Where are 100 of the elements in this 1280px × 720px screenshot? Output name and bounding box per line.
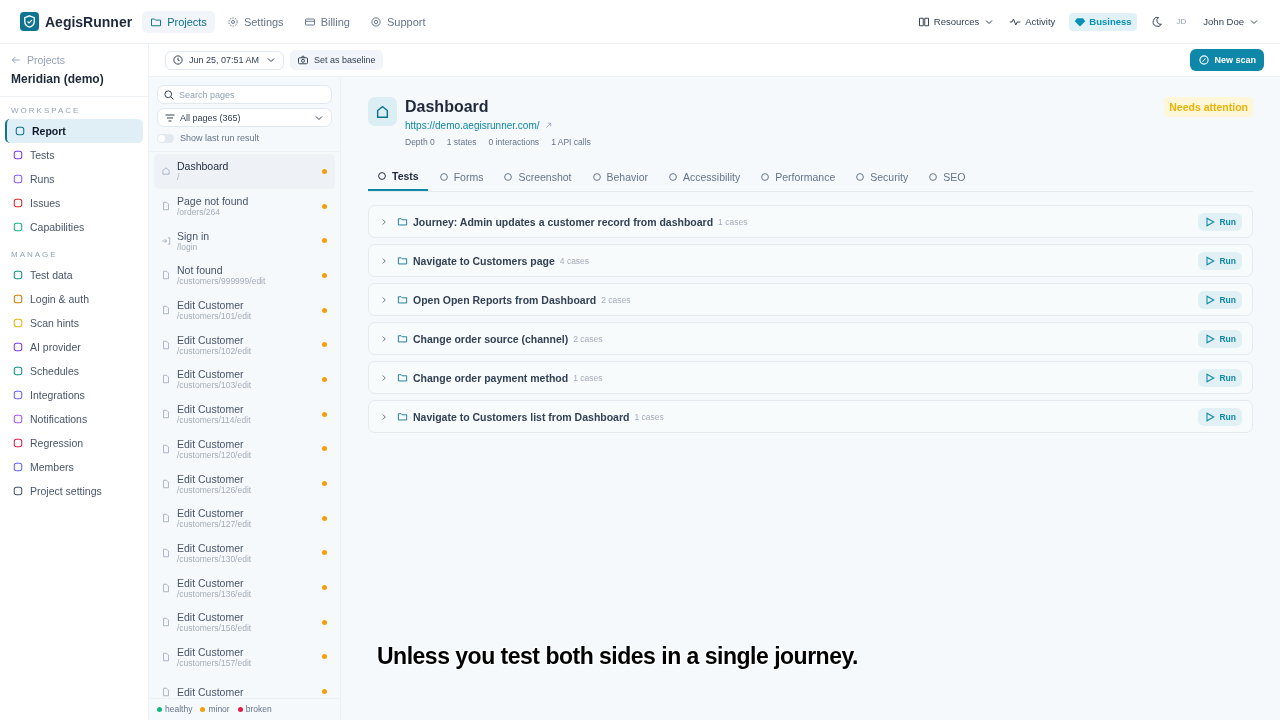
test-suite-row[interactable]: Change order payment method 1 cases Run (368, 361, 1253, 394)
document-icon (161, 582, 171, 593)
tab[interactable]: Screenshot (494, 164, 581, 191)
document-icon (161, 478, 171, 489)
search-field[interactable]: Search pages (157, 85, 332, 104)
tab[interactable]: Accessibility (659, 164, 750, 191)
top-nav-link[interactable]: Support (362, 10, 434, 33)
tab[interactable]: Performance (751, 164, 845, 191)
page-list-item[interactable]: Sign in /login (154, 223, 335, 259)
toggle-switch[interactable] (157, 133, 174, 143)
suite-name: Navigate to Customers list from Dashboard (413, 410, 630, 423)
sidebar-item[interactable]: Login & auth (5, 287, 143, 311)
sidebar-item[interactable]: Issues (5, 191, 143, 215)
square-icon (12, 269, 24, 281)
circle-icon (376, 170, 388, 182)
page-title: Page not found (177, 195, 250, 208)
external-link-icon[interactable] (543, 121, 553, 130)
tab[interactable]: Behavior (582, 164, 657, 191)
sidebar-item[interactable]: Members (5, 455, 143, 479)
test-suite-row[interactable]: Navigate to Customers list from Dashboard 1 cases Run (368, 400, 1253, 433)
document-icon (161, 686, 171, 697)
document-icon (161, 409, 171, 420)
page-list-item[interactable]: Edit Customer /customers/114/edit (154, 396, 335, 432)
page-title: Edit Customer (177, 611, 245, 624)
sidebar-item[interactable]: Test data (5, 263, 143, 287)
filter-select[interactable]: All pages (365) (157, 108, 332, 127)
user-menu[interactable]: John Doe (1203, 15, 1260, 28)
top-nav-link[interactable]: Billing (295, 10, 358, 33)
sidebar-item[interactable]: AI provider (5, 335, 143, 359)
page-title: Edit Customer (177, 576, 245, 589)
page-list-item[interactable]: Edit Customer /customers/130/edit (154, 535, 335, 571)
credit-card-icon (303, 15, 316, 28)
page-path: /orders/264 (177, 207, 221, 218)
test-suite-row[interactable]: Journey: Admin updates a customer record from dashboard 1 cases Run (368, 205, 1253, 238)
book-icon (917, 15, 930, 28)
legend-label: minor (208, 704, 230, 714)
test-suite-row[interactable]: Open Open Reports from Dashboard 2 cases Run (368, 283, 1253, 316)
brand-name: AegisRunner (45, 13, 133, 30)
test-suite-row[interactable]: Change order source (channel) 2 cases Run (368, 322, 1253, 355)
tab[interactable]: Forms (429, 164, 493, 191)
page-list-item[interactable]: Edit Customer /customers/102/edit (154, 327, 335, 363)
new-scan-button[interactable]: New scan (1190, 49, 1264, 71)
page-list-item[interactable]: Dashboard / (154, 154, 335, 189)
page-url-link[interactable]: https://demo.aegisrunner.com/ (405, 120, 540, 131)
tab[interactable]: Tests (368, 164, 428, 191)
page-stat: 1 API calls (551, 137, 591, 147)
case-count: 2 cases (601, 294, 631, 305)
top-nav-link[interactable]: Projects (142, 10, 215, 33)
legend-label: broken (245, 704, 272, 714)
run-button[interactable]: Run (1198, 212, 1242, 231)
case-count: 2 cases (573, 333, 603, 344)
sidebar-item[interactable]: Schedules (5, 359, 143, 383)
test-suite-row[interactable]: Navigate to Customers page 4 cases Run (368, 244, 1253, 277)
activity-link[interactable]: Activity (1009, 15, 1056, 28)
sidebar-item[interactable]: Scan hints (5, 311, 143, 335)
moon-icon[interactable] (1150, 15, 1163, 28)
page-list-item[interactable]: Edit Customer /customers/103/edit (154, 362, 335, 397)
run-button[interactable]: Run (1198, 407, 1242, 426)
tab[interactable]: Security (846, 164, 918, 191)
page-list-item[interactable]: Page not found /orders/264 (154, 188, 335, 224)
page-list-item[interactable]: Edit Customer /customers/127/edit (154, 500, 335, 536)
sign-in-icon (161, 235, 171, 246)
square-icon (12, 221, 24, 233)
run-button[interactable]: Run (1198, 251, 1242, 270)
resources-menu[interactable]: Resources (917, 15, 996, 28)
sidebar-item[interactable]: Project settings (5, 479, 143, 503)
page-path: /customers/120/edit (177, 449, 253, 460)
circle-icon (590, 171, 603, 183)
legend-label: healthy (165, 704, 193, 714)
sidebar-item[interactable]: Runs (5, 167, 143, 191)
page-list-item[interactable]: Edit Customer /customers/136/edit (154, 570, 335, 605)
baseline-button[interactable]: Set as baseline (290, 50, 383, 70)
run-button[interactable]: Run (1198, 329, 1242, 348)
page-list-item[interactable]: Edit Customer /customers/157/edit (154, 639, 335, 675)
page-list-item[interactable]: Edit Customer /customers/101/edit (154, 292, 335, 328)
page-list-item[interactable]: Edit Customer /customers/156/edit (154, 604, 335, 640)
page-title: Not found (177, 264, 224, 277)
page-list-item[interactable]: Edit Customer /customers/126/edit (154, 466, 335, 501)
run-button[interactable]: Run (1198, 368, 1242, 387)
top-nav-link[interactable]: Settings (218, 10, 292, 33)
suite-name: Change order source (channel) (413, 332, 569, 345)
page-list-item[interactable]: Edit Customer /customers/120/edit (154, 431, 335, 467)
page-list-item[interactable]: Not found /customers/999999/edit (154, 258, 335, 293)
document-icon (161, 305, 171, 316)
run-select[interactable]: Jun 25, 07:51 AM (165, 50, 284, 70)
document-icon (161, 270, 171, 281)
folder-icon (397, 333, 408, 344)
sidebar-item[interactable]: Report (5, 119, 143, 143)
document-icon (161, 651, 171, 662)
page-list-item[interactable]: Edit Customer (154, 674, 335, 698)
tab[interactable]: SEO (919, 164, 975, 191)
sidebar-item[interactable]: Capabilities (5, 215, 143, 239)
sidebar-item[interactable]: Regression (5, 431, 143, 455)
shield-logo-icon (20, 12, 39, 31)
sidebar-item[interactable]: Integrations (5, 383, 143, 407)
sidebar-item[interactable]: Tests (5, 143, 143, 167)
run-button[interactable]: Run (1198, 290, 1242, 309)
play-icon (1204, 215, 1217, 228)
page-stat: Depth 0 (405, 137, 435, 147)
sidebar-item[interactable]: Notifications (5, 407, 143, 431)
